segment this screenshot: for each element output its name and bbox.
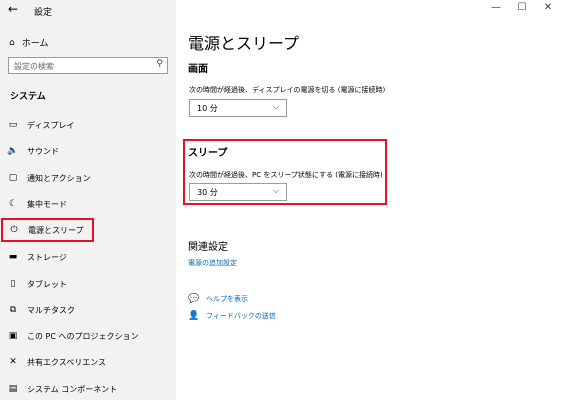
sleep-timeout-value: 30 分 <box>197 188 218 197</box>
screen-timeout-value: 10 分 <box>197 104 218 113</box>
feedback-person-icon: 👤 <box>188 311 200 321</box>
window-title: 設定 <box>34 8 53 18</box>
help-chat-icon: 💬 <box>188 294 200 304</box>
sidebar-item-label: この PC へのプロジェクション <box>27 331 139 341</box>
feedback-label: フィードバックの送信 <box>206 312 276 320</box>
sidebar-item-label: マルチタスク <box>27 305 75 315</box>
sidebar-item-shared-experiences[interactable]: ✕ 共有エクスペリエンス <box>0 353 176 371</box>
show-help-label: ヘルプを表示 <box>206 295 248 303</box>
notification-icon: ▢ <box>8 173 18 183</box>
chevron-down-icon: ⌵ <box>272 102 279 111</box>
components-icon: ▤ <box>8 384 18 394</box>
sidebar-item-notifications[interactable]: ▢ 通知とアクション <box>0 169 176 187</box>
title-bar: ← 設定 — ☐ ✕ <box>0 0 562 22</box>
sidebar-item-label: 集中モード <box>27 199 67 209</box>
screen-timeout-dropdown[interactable]: 10 分 ⌵ <box>189 99 287 117</box>
screen-heading: 画面 <box>188 64 208 75</box>
sleep-heading: スリープ <box>188 148 228 159</box>
screen-description: 次の時間が経過後、ディスプレイの電源を切る (電源に接続時) <box>189 86 386 94</box>
tablet-icon: ▯ <box>10 279 16 289</box>
related-settings-heading: 関連設定 <box>188 242 228 253</box>
sidebar-item-label: 共有エクスペリエンス <box>27 357 107 367</box>
show-help-link[interactable]: 💬 ヘルプを表示 <box>188 294 248 304</box>
maximize-icon[interactable]: ☐ <box>512 2 532 13</box>
sidebar-item-projection[interactable]: ▣ この PC へのプロジェクション <box>0 327 176 345</box>
sidebar-item-sound[interactable]: 🔈 サウンド <box>0 142 176 160</box>
home-label: ホーム <box>21 39 49 49</box>
sidebar-item-label: タブレット <box>27 279 67 289</box>
sleep-timeout-dropdown[interactable]: 30 分 ⌵ <box>189 183 287 201</box>
shared-icon: ✕ <box>9 357 17 367</box>
speaker-icon: 🔈 <box>7 146 19 156</box>
sidebar-item-label: 電源とスリープ <box>28 225 84 235</box>
sidebar-item-power-sleep[interactable]: ⏻ 電源とスリープ <box>1 218 94 242</box>
close-icon[interactable]: ✕ <box>538 2 558 13</box>
home-nav[interactable]: ⌂ ホーム <box>9 36 49 50</box>
sidebar-item-label: システム コンポーネント <box>27 384 118 394</box>
sidebar-item-multitasking[interactable]: ⧉ マルチタスク <box>0 301 176 319</box>
chevron-down-icon: ⌵ <box>272 186 279 195</box>
sidebar-item-focus[interactable]: ☾ 集中モード <box>0 195 176 213</box>
search-placeholder: 設定の検索 <box>14 62 54 71</box>
additional-power-settings-link[interactable]: 電源の追加設定 <box>188 258 237 268</box>
moon-icon: ☾ <box>8 199 18 209</box>
display-icon: ▭ <box>8 120 18 130</box>
minimize-icon[interactable]: — <box>486 2 506 13</box>
sidebar-item-storage[interactable]: ▬ ストレージ <box>0 248 176 266</box>
sleep-description: 次の時間が経過後、PC をスリープ状態にする (電源に接続時) <box>189 171 383 179</box>
sidebar-item-label: ストレージ <box>27 252 67 262</box>
sidebar-item-tablet[interactable]: ▯ タブレット <box>0 275 176 293</box>
storage-icon: ▬ <box>8 252 18 262</box>
back-arrow-icon[interactable]: ← <box>8 2 18 16</box>
sidebar-item-system-components[interactable]: ▤ システム コンポーネント <box>0 380 176 398</box>
search-icon: ⚲ <box>156 59 163 69</box>
power-icon: ⏻ <box>10 225 18 235</box>
sidebar-item-label: 通知とアクション <box>27 173 91 183</box>
home-icon: ⌂ <box>9 37 15 48</box>
feedback-link[interactable]: 👤 フィードバックの送信 <box>188 311 276 321</box>
sidebar-item-label: サウンド <box>27 146 59 156</box>
search-input[interactable]: 設定の検索 ⚲ <box>8 57 168 74</box>
sidebar-section-title: システム <box>10 92 46 102</box>
projection-icon: ▣ <box>8 331 18 341</box>
sidebar-item-label: ディスプレイ <box>27 120 75 130</box>
multitask-icon: ⧉ <box>9 305 17 315</box>
page-title: 電源とスリープ <box>188 34 300 53</box>
sidebar-item-display[interactable]: ▭ ディスプレイ <box>0 116 176 134</box>
